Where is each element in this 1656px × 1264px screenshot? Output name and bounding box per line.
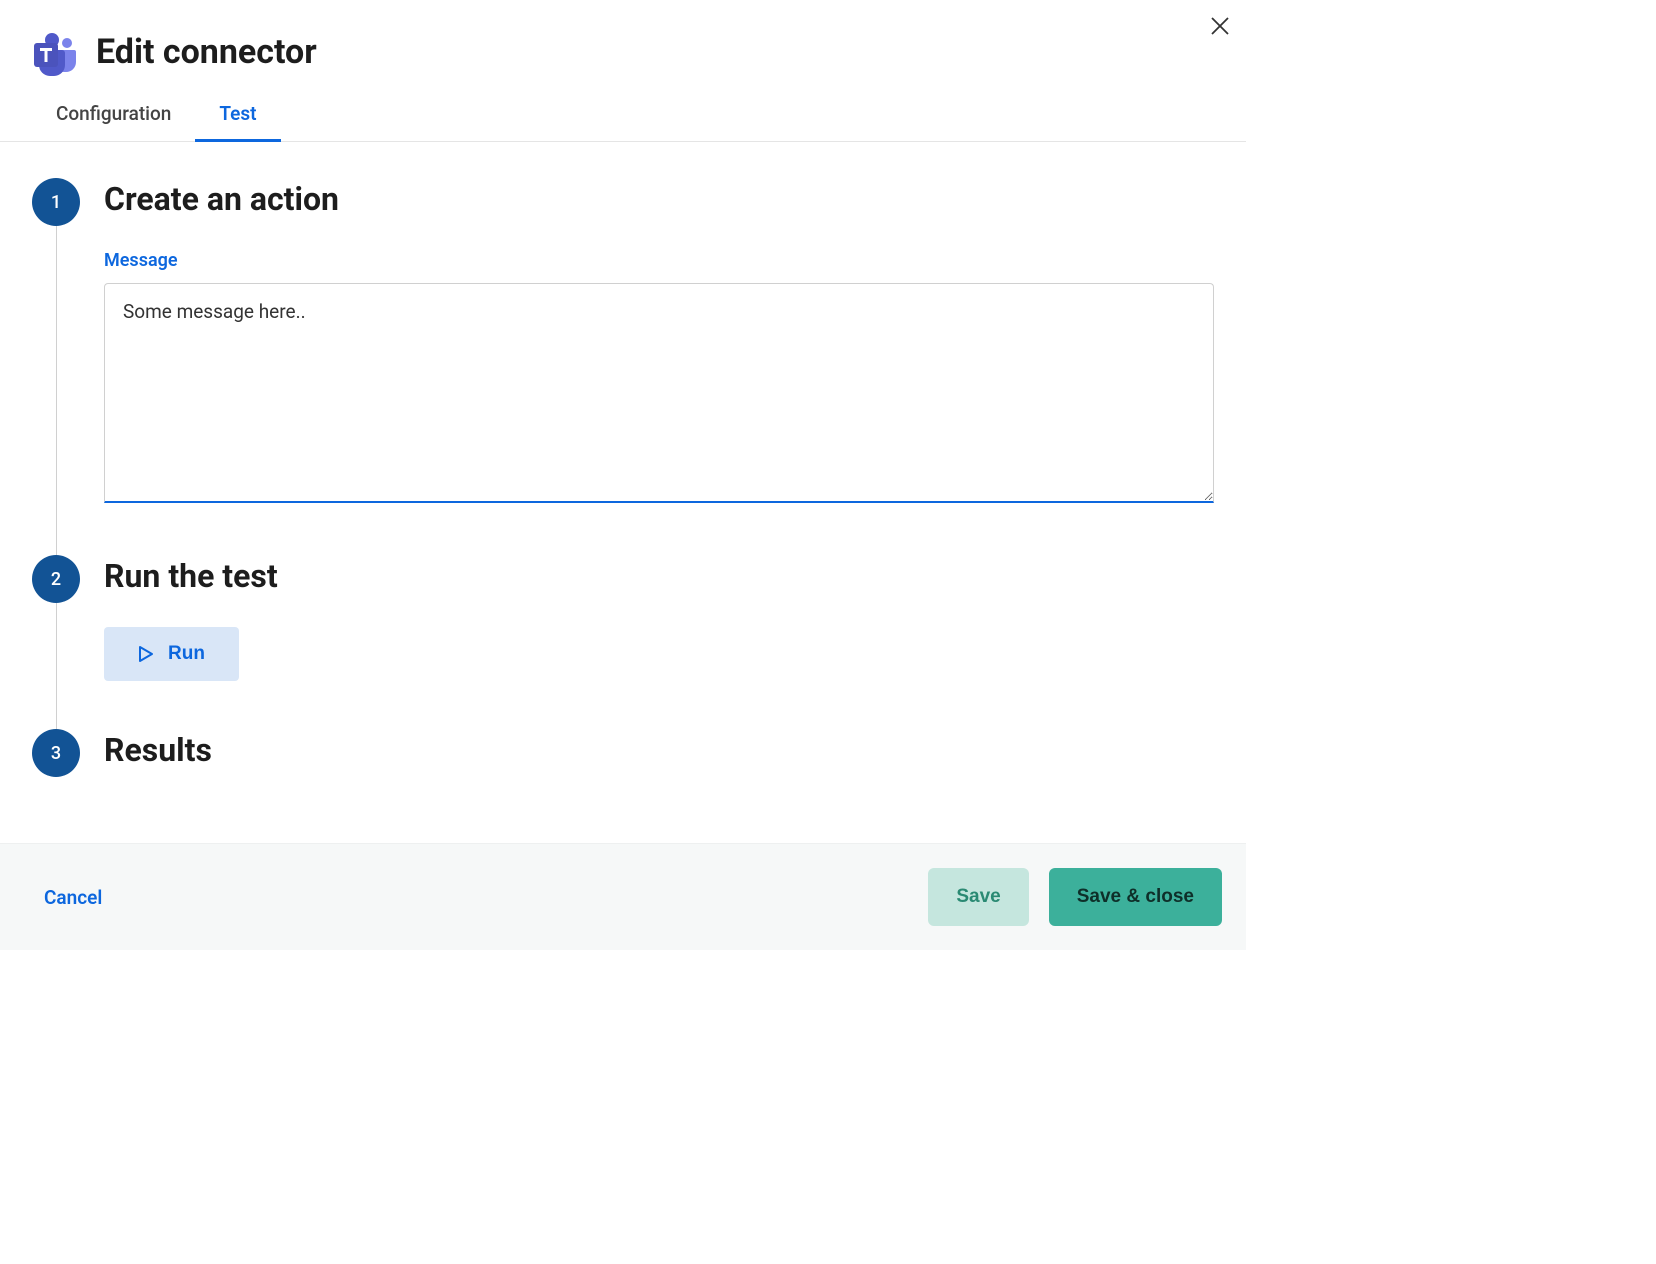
page-title: Edit connector xyxy=(96,32,317,72)
teams-icon xyxy=(32,28,80,76)
save-button[interactable]: Save xyxy=(928,868,1028,926)
tab-configuration[interactable]: Configuration xyxy=(32,88,195,142)
step-connector-line xyxy=(56,603,57,729)
step-title-results: Results xyxy=(104,731,1214,769)
message-input[interactable] xyxy=(104,283,1214,503)
modal-footer: Cancel Save Save & close xyxy=(0,843,1246,950)
content-area: 1 Create an action Message 2 Run the tes… xyxy=(0,142,1246,843)
edit-connector-modal: Edit connector Configuration Test 1 Crea… xyxy=(0,0,1246,950)
step-number-3: 3 xyxy=(32,729,80,777)
message-label: Message xyxy=(104,250,1214,271)
play-icon xyxy=(138,645,154,663)
tab-test[interactable]: Test xyxy=(195,88,280,142)
step-indicator: 2 xyxy=(32,555,80,729)
run-button[interactable]: Run xyxy=(104,627,239,681)
step-number-1: 1 xyxy=(32,178,80,226)
step-indicator: 1 xyxy=(32,178,80,555)
step-title-create-action: Create an action xyxy=(104,180,1214,218)
close-icon xyxy=(1211,17,1229,35)
save-and-close-button[interactable]: Save & close xyxy=(1049,868,1222,926)
step-create-action: 1 Create an action Message xyxy=(32,178,1214,555)
close-button[interactable] xyxy=(1208,14,1232,38)
run-button-label: Run xyxy=(168,643,205,665)
step-connector-line xyxy=(56,226,57,555)
step-number-2: 2 xyxy=(32,555,80,603)
footer-actions: Save Save & close xyxy=(928,868,1222,926)
step-title-run-test: Run the test xyxy=(104,557,1214,595)
step-run-test: 2 Run the test Run xyxy=(32,555,1214,729)
modal-header: Edit connector xyxy=(0,0,1246,88)
step-indicator: 3 xyxy=(32,729,80,777)
step-results: 3 Results xyxy=(32,729,1214,777)
cancel-button[interactable]: Cancel xyxy=(44,886,102,909)
tabs: Configuration Test xyxy=(0,88,1246,142)
